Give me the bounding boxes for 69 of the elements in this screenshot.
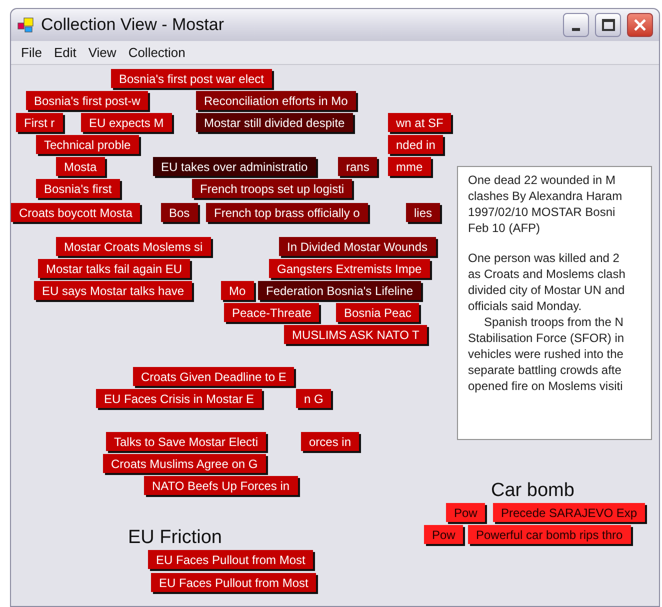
note-card[interactable]: EU Faces Pullout from Most <box>151 573 316 592</box>
note-card[interactable]: Mostar talks fail again EU <box>38 259 190 278</box>
group-label: EU Friction <box>128 526 222 550</box>
maximize-icon <box>602 19 614 31</box>
article-line: opened fire on Moslems visiti <box>468 378 624 394</box>
note-card[interactable]: orces in <box>301 432 360 451</box>
note-card[interactable]: Bos <box>161 203 198 222</box>
note-card[interactable]: EU takes over administratio <box>153 157 316 176</box>
article-line: separate battling crowds afte <box>468 362 622 378</box>
note-card[interactable]: Bosnia Peac <box>336 303 420 322</box>
minimize-button[interactable] <box>563 13 589 37</box>
note-card[interactable]: EU says Mostar talks have <box>34 281 192 300</box>
note-card[interactable]: Croats Given Deadline to E <box>133 367 294 386</box>
note-card[interactable]: mme <box>388 157 431 176</box>
note-card[interactable]: First r <box>16 113 63 132</box>
note-card[interactable]: Croats Muslims Agree on G <box>103 454 266 473</box>
note-card[interactable]: nded in <box>388 135 444 154</box>
app-icon <box>17 17 35 33</box>
note-card[interactable]: Pow <box>424 525 464 544</box>
note-card[interactable]: French troops set up logisti <box>192 179 352 198</box>
maximize-button[interactable] <box>595 13 621 37</box>
article-line: vehicles were rushed into the <box>468 346 624 362</box>
article-line: 1997/02/10 MOSTAR Bosni <box>468 204 616 220</box>
note-card[interactable]: EU expects M <box>81 113 172 132</box>
note-card[interactable]: wn at SF <box>388 113 452 132</box>
note-card[interactable]: Powerful car bomb rips thro <box>468 525 631 544</box>
note-card[interactable]: French top brass officially o <box>206 203 368 222</box>
minimize-icon <box>572 28 580 31</box>
close-button[interactable] <box>627 13 653 37</box>
note-card[interactable]: Mostar still divided despite <box>196 113 353 132</box>
window-title: Collection View - Mostar <box>41 14 225 36</box>
note-card[interactable]: EU Faces Crisis in Mostar E <box>96 389 262 408</box>
note-card[interactable]: In Divided Mostar Wounds <box>279 237 436 256</box>
menu-item[interactable]: View <box>84 42 120 62</box>
note-card[interactable]: lies <box>406 203 440 222</box>
article-line: Spanish troops from the N <box>483 314 624 330</box>
note-card[interactable]: Technical proble <box>36 135 139 154</box>
menu-item[interactable]: Edit <box>50 42 80 62</box>
article-line: divided city of Mostar UN and <box>468 282 626 298</box>
note-card[interactable]: Bosnia's first post-w <box>26 91 148 110</box>
close-icon <box>633 18 647 32</box>
article-line: One person was killed and 2 <box>468 250 620 266</box>
article-line: Feb 10 (AFP) <box>468 220 542 236</box>
note-card[interactable]: Mosta <box>56 157 105 176</box>
note-card[interactable]: Mo <box>221 281 254 300</box>
note-card[interactable]: NATO Beefs Up Forces in <box>144 476 298 495</box>
article-line: officials said Monday. <box>468 298 583 314</box>
note-card[interactable]: Talks to Save Mostar Electi <box>106 432 266 451</box>
note-card[interactable]: EU Faces Pullout from Most <box>148 550 314 569</box>
group-label: Car bomb <box>491 479 574 503</box>
note-card[interactable]: n G <box>296 389 332 408</box>
note-card[interactable]: Pow <box>446 503 486 522</box>
article-line: as Croats and Moslems clash <box>468 266 626 282</box>
note-card[interactable]: Precede SARAJEVO Exp <box>493 503 646 522</box>
note-card[interactable]: Mostar Croats Moslems si <box>56 237 211 256</box>
note-card[interactable]: Peace-Threate <box>224 303 320 322</box>
note-card[interactable]: rans <box>338 157 378 176</box>
note-card[interactable]: Gangsters Extremists Impe <box>269 259 430 278</box>
note-card[interactable]: Bosnia's first post war elect <box>111 69 272 88</box>
article-line: Stabilisation Force (SFOR) in <box>468 330 626 346</box>
menu-item[interactable]: File <box>17 42 46 62</box>
note-card[interactable]: Croats boycott Mosta <box>11 203 140 222</box>
note-card[interactable]: Bosnia's first <box>36 179 120 198</box>
note-card[interactable]: Federation Bosnia's Lifeline <box>258 281 422 300</box>
menu-item[interactable]: Collection <box>124 42 190 62</box>
note-card[interactable]: Reconciliation efforts in Mo <box>196 91 356 110</box>
article-line: One dead 22 wounded in M <box>468 172 616 188</box>
article-line: clashes By Alexandra Haram <box>468 188 624 204</box>
note-card[interactable]: MUSLIMS ASK NATO T <box>284 325 428 344</box>
